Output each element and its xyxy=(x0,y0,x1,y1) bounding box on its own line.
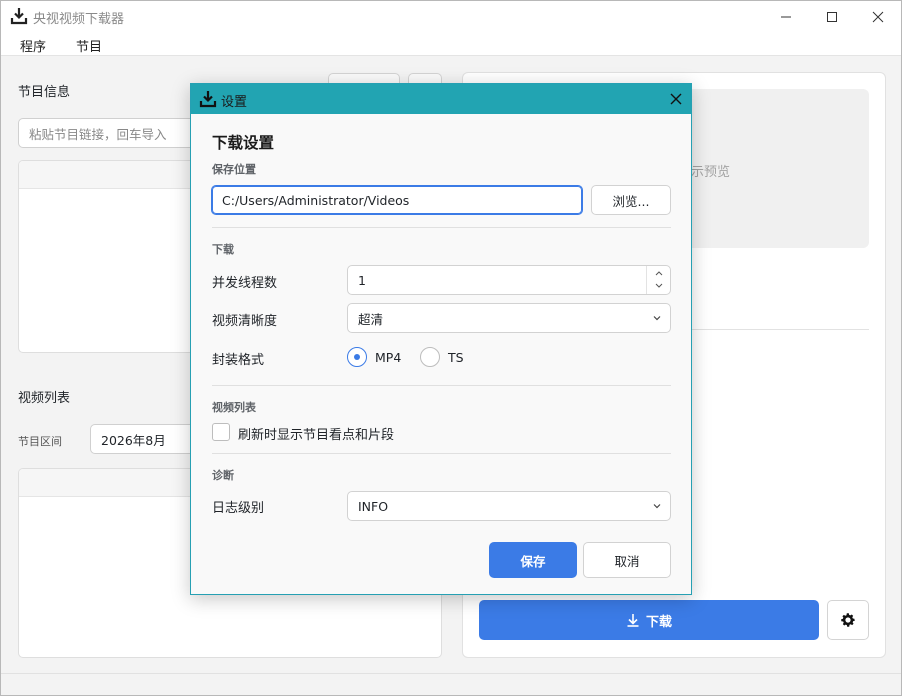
dialog-title-bar[interactable]: 设置 xyxy=(191,84,691,114)
format-option-mp4[interactable]: MP4 xyxy=(375,350,401,365)
close-button[interactable] xyxy=(855,1,901,32)
preview-hint: 示预览 xyxy=(691,165,731,180)
format-radio-mp4[interactable] xyxy=(347,347,367,367)
close-icon xyxy=(872,11,884,22)
browse-button[interactable]: 浏览... xyxy=(591,185,671,215)
range-label: 节目区间 xyxy=(18,435,62,448)
divider xyxy=(212,453,671,454)
dialog-title: 设置 xyxy=(221,95,248,110)
download-app-icon xyxy=(199,90,217,108)
download-app-icon xyxy=(10,7,28,25)
dialog-heading: 下载设置 xyxy=(212,134,275,152)
video-list-section-label: 视频列表 xyxy=(212,401,256,414)
threads-spinbox[interactable]: 1 xyxy=(347,265,671,295)
threads-label: 并发线程数 xyxy=(212,276,278,291)
diagnostics-section-label: 诊断 xyxy=(212,469,234,482)
format-option-ts[interactable]: TS xyxy=(448,350,464,365)
menu-program[interactable]: 程序 xyxy=(20,36,46,55)
chevron-down-icon xyxy=(653,504,661,509)
video-list-label: 视频列表 xyxy=(18,391,71,406)
download-button[interactable]: 下载 xyxy=(479,600,819,640)
menu-bar: 程序 节目 xyxy=(1,32,901,56)
threads-spin-buttons[interactable] xyxy=(646,266,670,294)
save-location-section-label: 保存位置 xyxy=(212,163,256,176)
maximize-icon xyxy=(827,11,837,22)
quality-label: 视频清晰度 xyxy=(212,314,278,329)
chevron-up-icon[interactable] xyxy=(654,269,664,277)
settings-dialog: 设置 下载设置 保存位置 C:/Users/Administrator/Vide… xyxy=(190,83,692,595)
title-bar[interactable]: 央视视频下载器 xyxy=(1,1,901,32)
divider xyxy=(212,227,671,228)
save-path-input[interactable]: C:/Users/Administrator/Videos xyxy=(211,185,583,215)
minimize-icon xyxy=(781,16,791,17)
refresh-highlights-label[interactable]: 刷新时显示节目看点和片段 xyxy=(238,424,394,443)
menu-program-list[interactable]: 节目 xyxy=(76,36,102,55)
close-icon xyxy=(670,93,682,105)
format-label: 封装格式 xyxy=(212,353,265,368)
quality-select[interactable]: 超清 xyxy=(347,303,671,333)
save-button[interactable]: 保存 xyxy=(489,542,577,578)
cancel-button[interactable]: 取消 xyxy=(583,542,671,578)
gear-icon xyxy=(841,613,855,627)
chevron-down-icon[interactable] xyxy=(654,282,664,290)
maximize-button[interactable] xyxy=(809,1,855,32)
minimize-button[interactable] xyxy=(763,1,809,32)
dialog-close-button[interactable] xyxy=(667,90,685,108)
window-title: 央视视频下载器 xyxy=(33,12,125,27)
status-bar xyxy=(1,673,901,695)
refresh-highlights-checkbox[interactable] xyxy=(212,423,230,441)
divider xyxy=(212,385,671,386)
format-radio-ts[interactable] xyxy=(420,347,440,367)
settings-button[interactable] xyxy=(827,600,869,640)
log-level-select[interactable]: INFO xyxy=(347,491,671,521)
program-info-label: 节目信息 xyxy=(18,85,71,100)
chevron-down-icon xyxy=(653,316,661,321)
download-section-label: 下载 xyxy=(212,243,234,256)
log-level-label: 日志级别 xyxy=(212,501,265,516)
download-icon xyxy=(627,614,639,627)
